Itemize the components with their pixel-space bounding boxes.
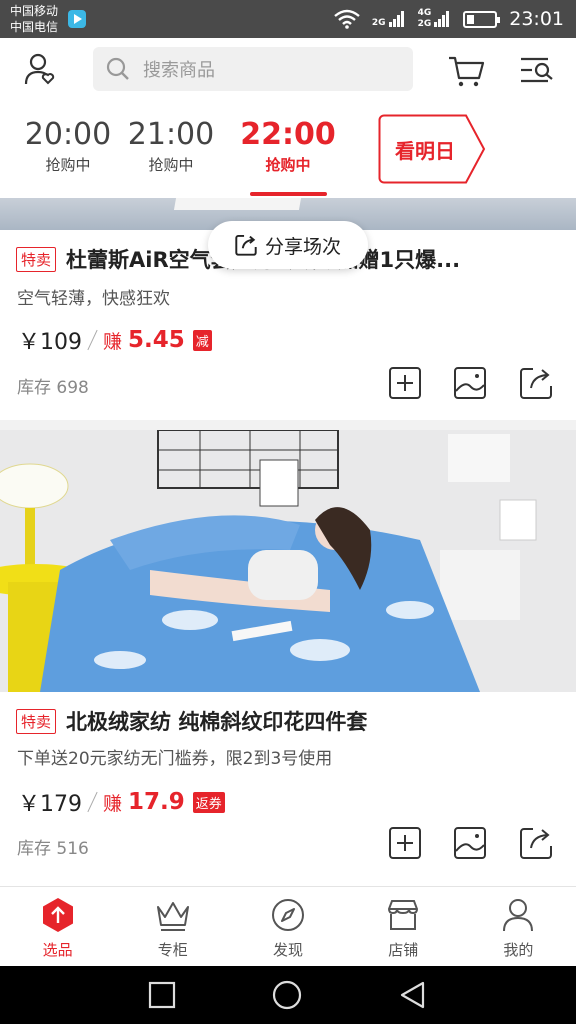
product-image[interactable] [0,430,576,692]
store-icon [388,900,419,930]
special-sale-tag: 特卖 [16,246,57,272]
nav-discover[interactable]: 发现 [230,887,345,966]
search-input[interactable]: 搜索商品 [93,47,413,91]
share-icon [235,234,257,256]
nav-mine[interactable]: 我的 [461,887,576,966]
signal-2-label-bottom: 2G [417,19,432,29]
session-time: 20:00 [24,117,112,152]
coupon-badge: 返券 [192,791,225,813]
status-bar: 中国移动 中国电信 2G 4G 2G 23:01 [0,0,576,38]
earn-value: 5.45 [128,327,185,353]
price-divider [87,329,98,351]
session-status: 抢购中 [148,156,194,174]
nav-label: 选品 [42,941,73,959]
nav-select[interactable]: 选品 [0,887,115,966]
session-tab-22[interactable]: 22:00 抢购中 [228,116,348,176]
session-time: 21:00 [127,117,215,152]
bedroom-photo-illustration [0,430,576,692]
person-icon [503,899,534,932]
product-price: ￥109 [18,330,82,355]
product-title: 北极绒家纺 纯棉斜纹印花四件套 [66,710,368,734]
carrier-names: 中国移动 中国电信 [10,3,58,35]
bottom-navigation: 选品 专柜 发现 店铺 我的 [0,886,576,966]
image-icon[interactable] [453,366,487,400]
select-icon [42,898,73,932]
nav-counter[interactable]: 专柜 [115,887,230,966]
signal-1-label: 2G [371,18,386,28]
image-icon[interactable] [453,826,487,860]
carrier-2: 中国电信 [10,20,59,34]
carrier-1: 中国移动 [10,4,59,18]
recent-apps-icon[interactable] [148,981,176,1009]
signal-1-group: 2G [372,10,406,28]
nav-label: 我的 [503,941,534,959]
product-title-row: 特卖 北极绒家纺 纯棉斜纹印花四件套 [16,706,566,736]
share-icon[interactable] [519,366,553,400]
special-sale-tag: 特卖 [16,708,57,734]
price-row: ￥179 赚 17.9 返券 [18,786,225,818]
signal-2-group: 4G 2G [418,9,452,29]
add-icon[interactable] [388,366,422,400]
product-subtitle: 下单送20元家纺无门槛券，限2到3号使用 [17,749,333,769]
session-tab-21[interactable]: 21:00 抢购中 [111,116,231,176]
earn-label: 赚 [103,792,123,815]
search-icon [106,57,129,80]
home-icon[interactable] [271,979,303,1011]
price-row: ￥109 赚 5.45 减 [18,324,212,356]
user-favorite-icon[interactable] [20,50,60,90]
session-status: 抢购中 [265,156,311,174]
search-placeholder: 搜索商品 [143,60,215,81]
crown-icon [156,902,189,931]
product-list[interactable]: 特卖 杜蕾斯AiR空气套超薄6只装 加赠1只爆... 空气轻薄，快感狂欢 ￥10… [0,198,576,886]
view-tomorrow-button[interactable]: 看明日 [378,114,486,184]
category-search-icon[interactable] [518,50,558,90]
back-icon[interactable] [398,980,428,1010]
session-status: 抢购中 [45,156,91,174]
status-clock: 23:01 [509,8,564,30]
nav-label: 专柜 [157,941,188,959]
nav-label: 发现 [273,941,304,959]
price-divider [87,791,98,813]
earn-value: 17.9 [128,789,185,815]
nav-label: 店铺 [388,941,419,959]
product-price: ￥179 [18,792,82,817]
session-tabs: 20:00 抢购中 21:00 抢购中 22:00 抢购中 看明日 [0,102,576,198]
session-tab-20[interactable]: 20:00 抢购中 [8,116,128,176]
earn-label: 赚 [103,330,123,353]
battery-icon [463,10,501,28]
signal-1-icon [388,11,404,27]
signal-2-label-top: 4G [417,8,432,18]
stock-count: 库存 516 [17,839,89,859]
top-header: 搜索商品 [0,38,576,102]
share-session-label: 分享场次 [264,235,341,258]
signal-2-icon [434,11,450,27]
view-tomorrow-label: 看明日 [395,139,455,163]
nav-store[interactable]: 店铺 [346,887,461,966]
product-box-shape [173,198,302,210]
stock-count: 库存 698 [17,378,89,398]
compass-icon [272,899,304,931]
cart-icon[interactable] [446,50,486,90]
product-subtitle: 空气轻薄，快感狂欢 [17,289,170,309]
session-time: 22:00 [240,117,336,152]
add-icon[interactable] [388,826,422,860]
discount-badge: 减 [192,329,212,351]
system-navigation-bar [0,966,576,1024]
share-icon[interactable] [519,826,553,860]
active-session-underline [250,192,327,196]
product-card[interactable]: 特卖 北极绒家纺 纯棉斜纹印花四件套 下单送20元家纺无门槛券，限2到3号使用 … [0,430,576,886]
video-app-icon [68,10,86,28]
wifi-icon [334,9,360,29]
share-session-button[interactable]: 分享场次 [208,221,368,269]
